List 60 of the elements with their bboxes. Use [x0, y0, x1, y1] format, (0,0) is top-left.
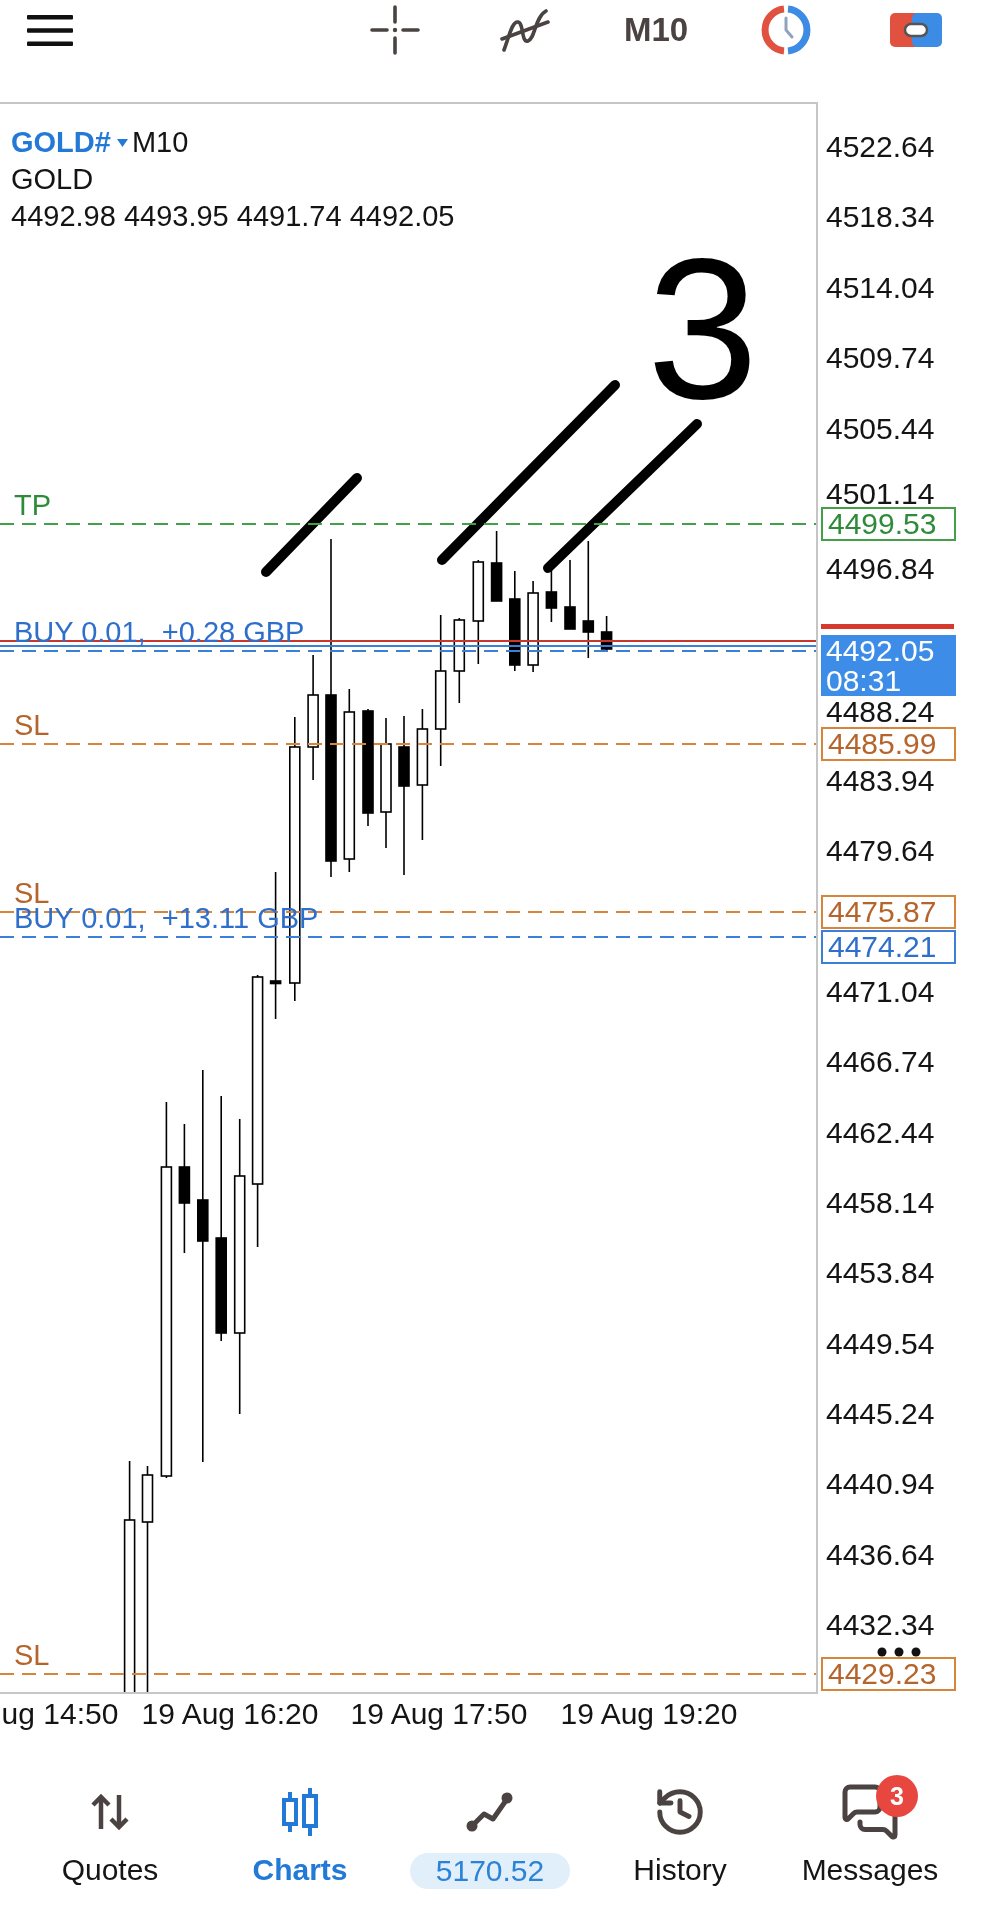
- menu-icon[interactable]: [27, 14, 73, 46]
- timeframe-label: M10: [131, 125, 189, 160]
- candlestick: [490, 530, 503, 602]
- wave-line-icon[interactable]: [499, 7, 551, 53]
- balance-pill: 5170.52: [409, 1853, 571, 1889]
- crosshair-icon[interactable]: [370, 5, 420, 55]
- take-profit-label: TP: [14, 491, 52, 520]
- price-axis-label: 4432.34: [826, 1610, 935, 1640]
- price-axis-label: 4449.54: [826, 1329, 935, 1359]
- time-axis-label: 19 Aug 19:20: [560, 1697, 738, 1731]
- nav-tab[interactable]: 3 Messages: [801, 1771, 939, 1887]
- nav-tab[interactable]: History: [633, 1771, 727, 1887]
- price-axis-label: 4440.94: [826, 1469, 935, 1499]
- price-axis-label: 4458.14: [826, 1188, 935, 1218]
- clock-icon[interactable]: [761, 5, 811, 55]
- price-axis-label: 4505.44: [826, 414, 935, 444]
- candlestick: [564, 559, 576, 630]
- dropdown-caret-icon[interactable]: [116, 138, 128, 147]
- line-graph-icon: [466, 1791, 514, 1833]
- price-axis-label: 4462.44: [826, 1118, 935, 1148]
- symbol-selector[interactable]: GOLD#: [11, 124, 111, 161]
- handwritten-number: 3: [647, 249, 759, 409]
- price-axis-label: 4479.64: [826, 836, 935, 866]
- notification-badge: 3: [876, 1775, 918, 1817]
- stop-loss-price-label: 4485.99: [821, 727, 956, 761]
- bar-countdown: 08:31: [826, 665, 903, 696]
- time-axis-label: ug 14:50: [1, 1697, 119, 1731]
- more-dots-icon: [877, 1647, 921, 1657]
- price-axis-label: 4509.74: [826, 343, 935, 373]
- price-axis-label: 4496.84: [826, 554, 935, 584]
- price-axis-label: 4514.04: [826, 273, 935, 303]
- take-profit-price-label: 4499.53: [821, 507, 956, 541]
- stop-loss-price-label: 4475.87: [821, 895, 956, 929]
- time-axis-label: 19 Aug 16:20: [141, 1697, 319, 1731]
- stop-loss-label: SL: [14, 711, 50, 740]
- price-axis-label: 4471.04: [826, 977, 935, 1007]
- price-axis-label: 4466.74: [826, 1047, 935, 1077]
- current-price: 4492.05: [826, 635, 936, 666]
- toggle-icon[interactable]: [890, 13, 942, 47]
- timeframe-button[interactable]: M10: [623, 11, 689, 49]
- ohlc-values: 4492.98 4493.95 4491.74 4492.05: [11, 199, 455, 234]
- nav-tab[interactable]: Quotes: [61, 1771, 159, 1887]
- stop-loss-price-label: 4429.23: [821, 1657, 956, 1691]
- position-price-label: 4474.21: [821, 930, 956, 964]
- nav-tab[interactable]: Charts: [252, 1771, 348, 1887]
- time-axis-label: 19 Aug 17:50: [350, 1697, 528, 1731]
- price-axis-label: 4518.34: [826, 202, 935, 232]
- price-axis-label: 4445.24: [826, 1399, 935, 1429]
- price-axis-label: 4522.64: [826, 132, 935, 162]
- candlestick-icon: [280, 1786, 320, 1838]
- price-axis-label: 4488.24: [826, 697, 935, 727]
- symbol-description: GOLD: [11, 162, 95, 197]
- position-label: BUY 0.01, +0.28 GBP: [14, 618, 305, 647]
- price-axis-label: 4436.64: [826, 1540, 935, 1570]
- stop-loss-label: SL: [14, 1641, 50, 1670]
- price-axis-label: 4483.94: [826, 766, 935, 796]
- price-axis-label: 4453.84: [826, 1258, 935, 1288]
- price-axis-label: 4501.14: [826, 479, 935, 509]
- stop-loss-label: SL: [14, 879, 50, 908]
- arrows-up-down-icon: [90, 1792, 130, 1832]
